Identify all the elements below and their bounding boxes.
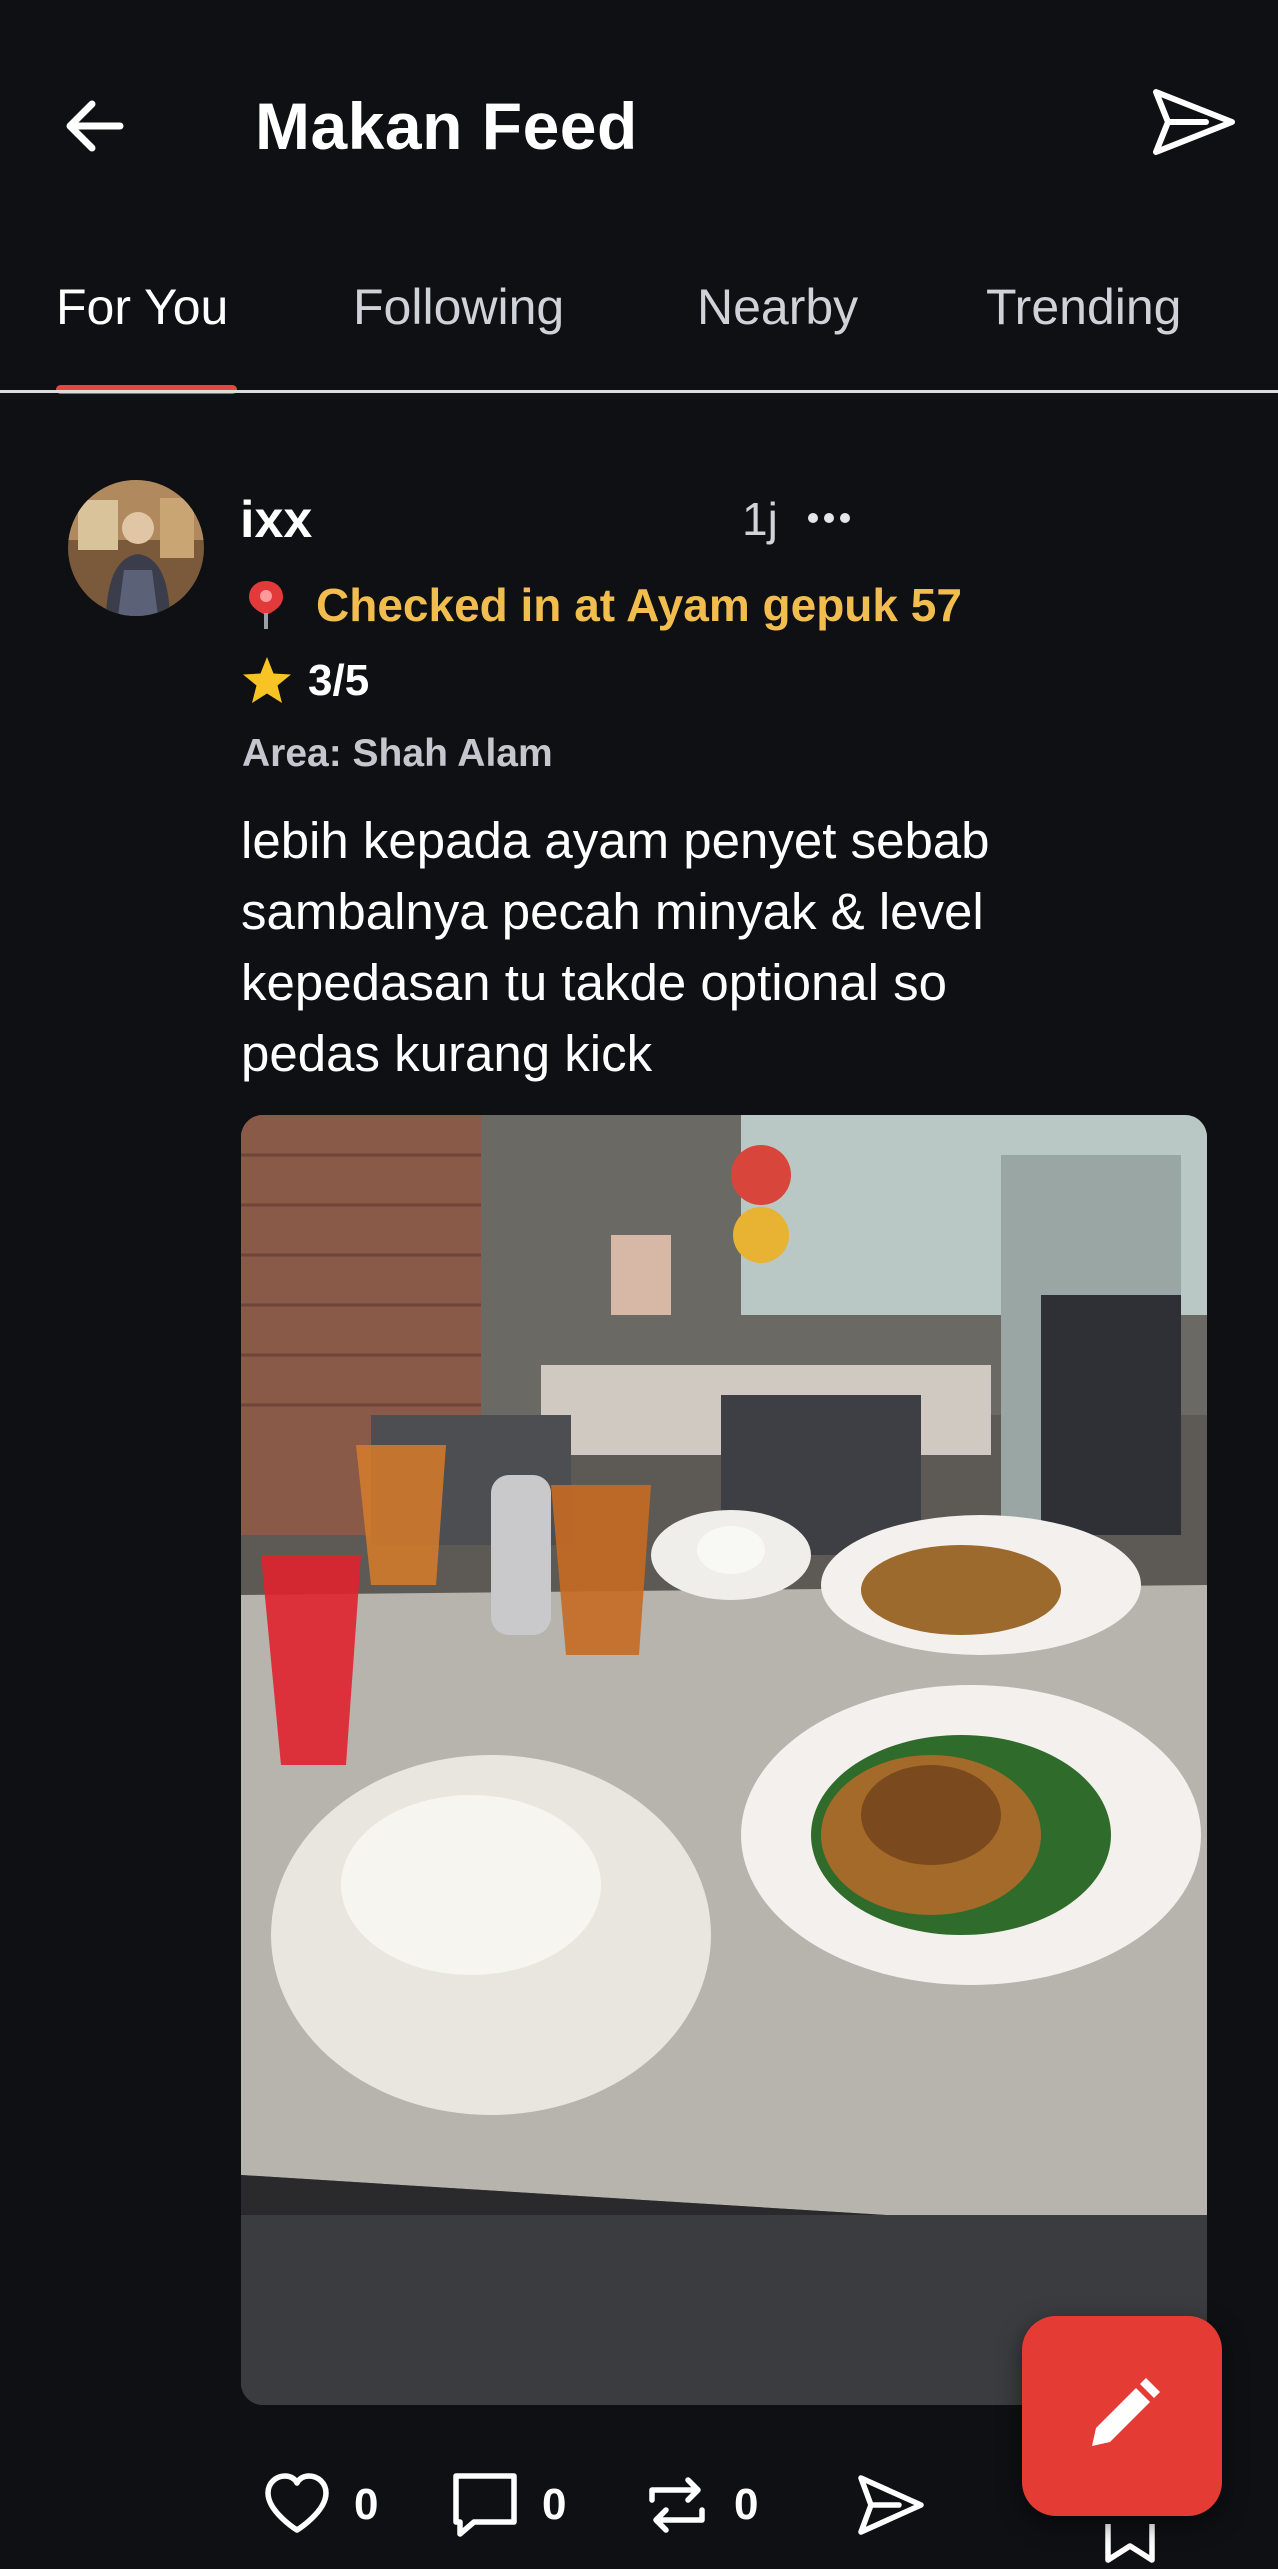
comment-count: 0 bbox=[542, 2480, 567, 2529]
pencil-icon bbox=[1092, 2378, 1160, 2446]
comment-icon bbox=[453, 2473, 517, 2537]
send-icon bbox=[1153, 89, 1235, 155]
tab-for-you[interactable]: For You bbox=[56, 278, 228, 336]
post-photo[interactable] bbox=[241, 1115, 1207, 2405]
post-area: Area: Shah Alam bbox=[242, 732, 553, 775]
food-photo-image bbox=[241, 1115, 1207, 2405]
post-username[interactable]: ixx bbox=[240, 490, 312, 550]
page-title: Makan Feed bbox=[255, 89, 638, 163]
checkin-location[interactable]: Checked in at Ayam gepuk 57 bbox=[246, 578, 962, 632]
rating-value: 3/5 bbox=[308, 656, 370, 705]
back-button[interactable] bbox=[58, 86, 138, 166]
tab-trending[interactable]: Trending bbox=[986, 278, 1181, 336]
send-button[interactable] bbox=[1148, 82, 1238, 162]
send-icon bbox=[858, 2475, 924, 2535]
location-pin-icon bbox=[249, 581, 283, 629]
arrow-left-icon bbox=[66, 100, 124, 152]
repost-icon bbox=[649, 2477, 705, 2533]
like-button[interactable]: 0 bbox=[262, 2470, 378, 2540]
tab-nearby[interactable]: Nearby bbox=[697, 278, 858, 336]
repost-count: 0 bbox=[734, 2480, 759, 2529]
like-count: 0 bbox=[354, 2480, 379, 2529]
tabs-divider bbox=[0, 390, 1278, 393]
post-rating: 3/5 bbox=[240, 654, 369, 708]
tab-following[interactable]: Following bbox=[353, 278, 564, 336]
bookmark-button[interactable] bbox=[1102, 2524, 1158, 2564]
app-header: Makan Feed bbox=[0, 0, 1278, 250]
post-time: 1j bbox=[742, 493, 778, 545]
avatar-image bbox=[68, 480, 204, 616]
repost-button[interactable]: 0 bbox=[642, 2470, 758, 2540]
new-post-button[interactable] bbox=[1022, 2316, 1222, 2516]
feed-tabs: For You Following Nearby Trending bbox=[0, 258, 1278, 394]
heart-icon bbox=[265, 2473, 329, 2533]
more-horizontal-icon bbox=[808, 513, 850, 523]
checkin-text: Checked in at Ayam gepuk 57 bbox=[316, 579, 962, 631]
comment-button[interactable]: 0 bbox=[450, 2470, 566, 2540]
more-options-button[interactable] bbox=[805, 500, 853, 536]
post-text: lebih kepada ayam penyet sebab sambalnya… bbox=[241, 812, 990, 1082]
avatar[interactable] bbox=[68, 480, 204, 616]
share-button[interactable] bbox=[855, 2470, 925, 2540]
star-icon bbox=[243, 657, 291, 703]
bookmark-icon bbox=[1105, 2524, 1155, 2563]
